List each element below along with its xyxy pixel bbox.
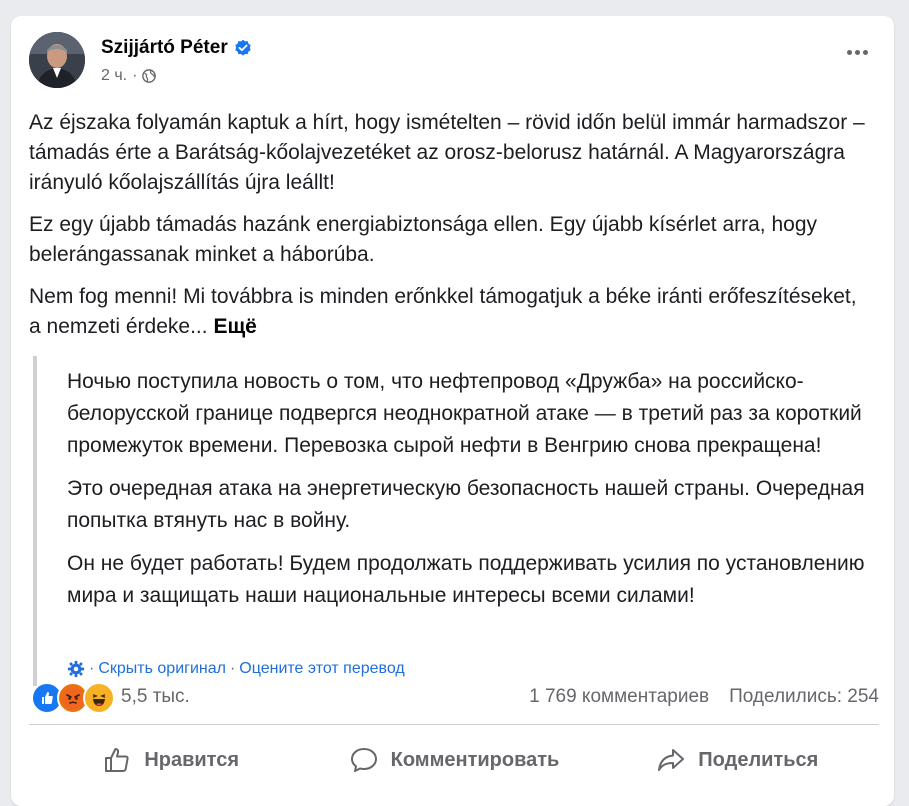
reaction-count[interactable]: 5,5 тыс. bbox=[121, 686, 190, 708]
post-paragraph-truncated: Nem fog menni! Mi továbbra is minden erő… bbox=[29, 285, 857, 338]
engagement-counts: 1 769 комментариев Поделились: 254 bbox=[529, 686, 879, 708]
divider bbox=[29, 724, 879, 725]
post-paragraph-last: Nem fog menni! Mi továbbra is minden erő… bbox=[29, 282, 869, 342]
share-icon bbox=[658, 749, 685, 771]
post-stats: 5,5 тыс. 1 769 комментариев Поделились: … bbox=[29, 680, 879, 714]
post-header: Szijjártó Péter 2 ч. · bbox=[29, 32, 879, 88]
reaction-icons[interactable] bbox=[31, 682, 115, 714]
post-time[interactable]: 2 ч. bbox=[101, 67, 127, 85]
translation-paragraph: Ночью поступила новость о том, что нефте… bbox=[67, 370, 862, 457]
comment-button[interactable]: Комментировать bbox=[312, 732, 595, 788]
verified-badge-icon bbox=[235, 39, 251, 56]
gear-icon[interactable] bbox=[67, 660, 85, 678]
like-button[interactable]: Нравится bbox=[29, 732, 312, 788]
post-body: Az éjszaka folyamán kaptuk a hírt, hogy … bbox=[29, 108, 869, 354]
share-button[interactable]: Поделиться bbox=[596, 732, 879, 788]
shares-count[interactable]: Поделились: 254 bbox=[729, 686, 879, 708]
meta-separator: · bbox=[132, 67, 138, 84]
author-name[interactable]: Szijjártó Péter bbox=[101, 37, 228, 59]
post-paragraph: Ez egy újabb támadás hazánk energiabizto… bbox=[29, 213, 817, 266]
comment-icon bbox=[350, 748, 377, 772]
comment-label: Комментировать bbox=[390, 748, 560, 771]
translation-block: Ночью поступила новость о том, что нефте… bbox=[33, 356, 877, 686]
like-label: Нравится bbox=[144, 748, 240, 771]
post-card: Szijjártó Péter 2 ч. · Az éjszaka folyam… bbox=[11, 16, 894, 806]
thumbs-up-icon bbox=[105, 748, 129, 772]
author-avatar[interactable] bbox=[29, 32, 85, 88]
globe-icon bbox=[142, 69, 157, 83]
translation-paragraph: Он не будет работать! Будем продолжать п… bbox=[67, 552, 865, 607]
see-more-link[interactable]: Ещё bbox=[213, 315, 256, 338]
post-paragraph: Az éjszaka folyamán kaptuk a hírt, hogy … bbox=[29, 111, 865, 194]
post-actions: Нравится Комментировать Поделиться bbox=[29, 732, 879, 788]
translation-paragraph: Это очередная атака на энергетическую бе… bbox=[67, 477, 865, 532]
author-name-row: Szijjártó Péter bbox=[101, 37, 252, 59]
share-label: Поделиться bbox=[698, 748, 819, 771]
rate-translation-link[interactable]: Оцените этот перевод bbox=[239, 660, 404, 678]
post-meta: 2 ч. · bbox=[101, 67, 157, 85]
link-separator: · bbox=[89, 660, 95, 677]
translation-text: Ночью поступила новость о том, что нефте… bbox=[67, 366, 867, 623]
translation-links: · Скрыть оригинал · Оцените этот перевод bbox=[67, 660, 405, 678]
more-options-button[interactable] bbox=[835, 34, 879, 70]
hide-original-link[interactable]: Скрыть оригинал bbox=[98, 660, 226, 678]
comments-count[interactable]: 1 769 комментариев bbox=[529, 686, 709, 708]
haha-reaction-icon bbox=[83, 682, 115, 714]
link-separator: · bbox=[229, 660, 236, 677]
